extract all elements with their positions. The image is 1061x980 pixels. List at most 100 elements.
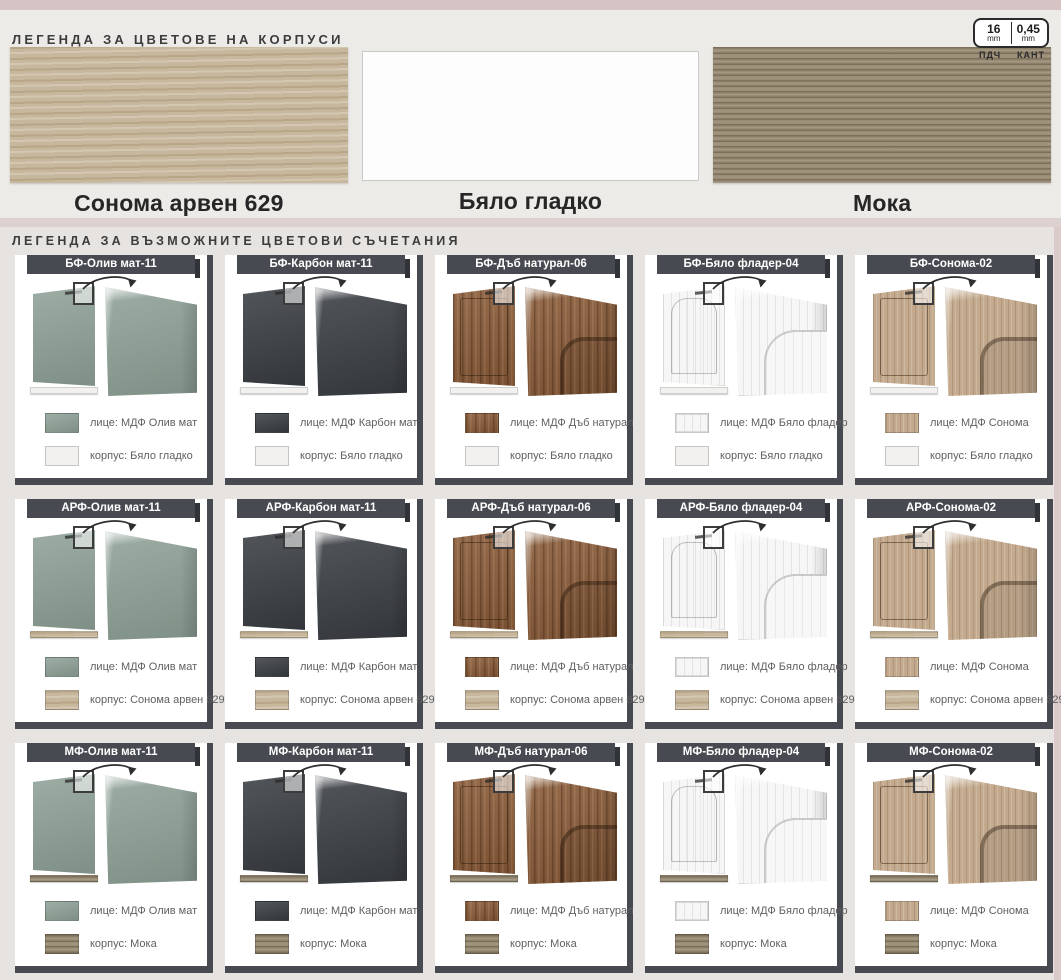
card-legend: лице: МДФ Карбон мат корпус: Сонома арве… (225, 657, 417, 710)
door-zoom-detail (735, 774, 827, 884)
face-color-swatch (255, 657, 289, 677)
face-label: лице: МДФ Карбон мат (300, 905, 417, 917)
corpus-color-swatch (255, 690, 289, 710)
face-label: лице: МДФ Сонома (930, 905, 1029, 917)
cabinet-base-strip (450, 631, 518, 638)
face-label: лице: МДФ Олив мат (90, 905, 197, 917)
face-color-swatch (675, 657, 709, 677)
door-preview (645, 762, 837, 892)
face-label: лице: МДФ Сонома (930, 417, 1029, 429)
face-label: лице: МДФ Олив мат (90, 417, 197, 429)
combo-card: АРФ-Сонома-02 лице: МДФ Сонома корпус: С… (855, 499, 1053, 729)
face-legend-row: лице: МДФ Карбон мат (255, 901, 417, 921)
door-zoom-detail (525, 530, 617, 640)
card-legend: лице: МДФ Сонома корпус: Сонома арвен 62… (855, 657, 1047, 710)
face-legend-row: лице: МДФ Карбон мат (255, 413, 417, 433)
zoom-arrow-icon (291, 762, 353, 782)
corpus-legend-row: корпус: Сонома арвен 629 (255, 690, 417, 710)
cabinet-base-strip (660, 387, 728, 394)
badge-divider (1011, 22, 1012, 44)
face-legend-row: лице: МДФ Дъб натурал (465, 657, 627, 677)
face-color-swatch (255, 901, 289, 921)
corpus-label: корпус: Бяло гладко (720, 450, 823, 462)
corpus-legend-row: корпус: Мока (255, 934, 417, 954)
face-legend-row: лице: МДФ Сонома (885, 901, 1047, 921)
cabinet-base-strip (240, 631, 308, 638)
combo-card-title: МФ-Олив мат-11 (27, 743, 195, 762)
face-legend-row: лице: МДФ Бяло фладер (675, 657, 837, 677)
combo-card: АРФ-Карбон мат-11 лице: МДФ Карбон мат к… (225, 499, 423, 729)
corpus-legend-title: ЛЕГЕНДА ЗА ЦВЕТОВЕ НА КОРПУСИ (12, 32, 344, 47)
corpus-swatch-column: Бяло гладко (362, 47, 700, 217)
corpus-swatch-row: Сонома арвен 629 Бяло гладко Мока (10, 47, 1051, 217)
card-legend: лице: МДФ Дъб натурал корпус: Мока (435, 901, 627, 954)
corpus-label: корпус: Сонома арвен 629 (300, 694, 435, 706)
face-legend-row: лице: МДФ Бяло фладер (675, 413, 837, 433)
cabinet-base-strip (30, 387, 98, 394)
door-preview (435, 762, 627, 892)
combo-card: АРФ-Бяло фладер-04 лице: МДФ Бяло фладер… (645, 499, 843, 729)
face-color-swatch (45, 657, 79, 677)
face-color-swatch (255, 413, 289, 433)
corpus-color-swatch (885, 446, 919, 466)
page-right-strip (1054, 227, 1061, 980)
door-preview (435, 518, 627, 648)
corpus-color-swatch (255, 446, 289, 466)
corpus-label: корпус: Мока (300, 938, 367, 950)
door-preview (435, 274, 627, 404)
corpus-color-swatch (465, 934, 499, 954)
corpus-color-swatch (465, 446, 499, 466)
door-zoom-detail (735, 286, 827, 396)
corpus-color-swatch (675, 690, 709, 710)
corpus-legend-row: корпус: Сонома арвен 629 (45, 690, 207, 710)
zoom-arrow-icon (291, 274, 353, 294)
catalog-page: ЛЕГЕНДА ЗА ЦВЕТОВЕ НА КОРПУСИ Сонома арв… (0, 0, 1061, 980)
thickness-badge-box: 16 mm 0,45 mm (973, 18, 1049, 48)
card-legend: лице: МДФ Сонома корпус: Мока (855, 901, 1047, 954)
combo-card-title: АРФ-Бяло фладер-04 (657, 499, 825, 518)
door-zoom-detail (105, 286, 197, 396)
edge-thickness-unit: mm (1016, 35, 1042, 43)
zoom-arrow-icon (921, 274, 983, 294)
combo-card-title: МФ-Карбон мат-11 (237, 743, 405, 762)
combo-card-title: АРФ-Дъб натурал-06 (447, 499, 615, 518)
face-legend-row: лице: МДФ Бяло фладер (675, 901, 837, 921)
cabinet-base-strip (450, 875, 518, 882)
face-color-swatch (885, 413, 919, 433)
combo-card: БФ-Бяло фладер-04 лице: МДФ Бяло фладер … (645, 255, 843, 485)
corpus-legend-row: корпус: Сонома арвен 629 (465, 690, 627, 710)
corpus-color-swatch (255, 934, 289, 954)
combo-card: МФ-Бяло фладер-04 лице: МДФ Бяло фладер … (645, 743, 843, 973)
zoom-arrow-icon (81, 518, 143, 538)
face-legend-row: лице: МДФ Олив мат (45, 901, 207, 921)
face-legend-row: лице: МДФ Дъб натурал (465, 413, 627, 433)
corpus-swatch-label: Бяло гладко (459, 188, 602, 215)
corpus-color-swatch (675, 446, 709, 466)
card-legend: лице: МДФ Дъб натурал корпус: Сонома арв… (435, 657, 627, 710)
door-preview (225, 274, 417, 404)
face-color-swatch (885, 901, 919, 921)
card-legend: лице: МДФ Карбон мат корпус: Мока (225, 901, 417, 954)
door-preview (855, 518, 1047, 648)
door-zoom-detail (315, 530, 407, 640)
corpus-swatch-column: Мока (713, 47, 1051, 217)
combo-card-title: БФ-Дъб натурал-06 (447, 255, 615, 274)
board-label: ПДЧ (979, 50, 1001, 60)
corpus-label: корпус: Бяло гладко (510, 450, 613, 462)
face-color-swatch (885, 657, 919, 677)
door-preview (645, 518, 837, 648)
face-legend-row: лице: МДФ Олив мат (45, 657, 207, 677)
corpus-label: корпус: Мока (510, 938, 577, 950)
zoom-arrow-icon (711, 274, 773, 294)
corpus-legend-row: корпус: Бяло гладко (255, 446, 417, 466)
door-preview (645, 274, 837, 404)
corpus-label: корпус: Сонома арвен 629 (90, 694, 225, 706)
corpus-legend-row: корпус: Сонома арвен 629 (675, 690, 837, 710)
cabinet-base-strip (870, 631, 938, 638)
edge-label: КАНТ (1017, 50, 1045, 60)
combo-card-title: БФ-Олив мат-11 (27, 255, 195, 274)
combo-card: БФ-Олив мат-11 лице: МДФ Олив мат корпус… (15, 255, 213, 485)
door-zoom-detail (525, 286, 617, 396)
card-legend: лице: МДФ Олив мат корпус: Мока (15, 901, 207, 954)
face-color-swatch (465, 657, 499, 677)
